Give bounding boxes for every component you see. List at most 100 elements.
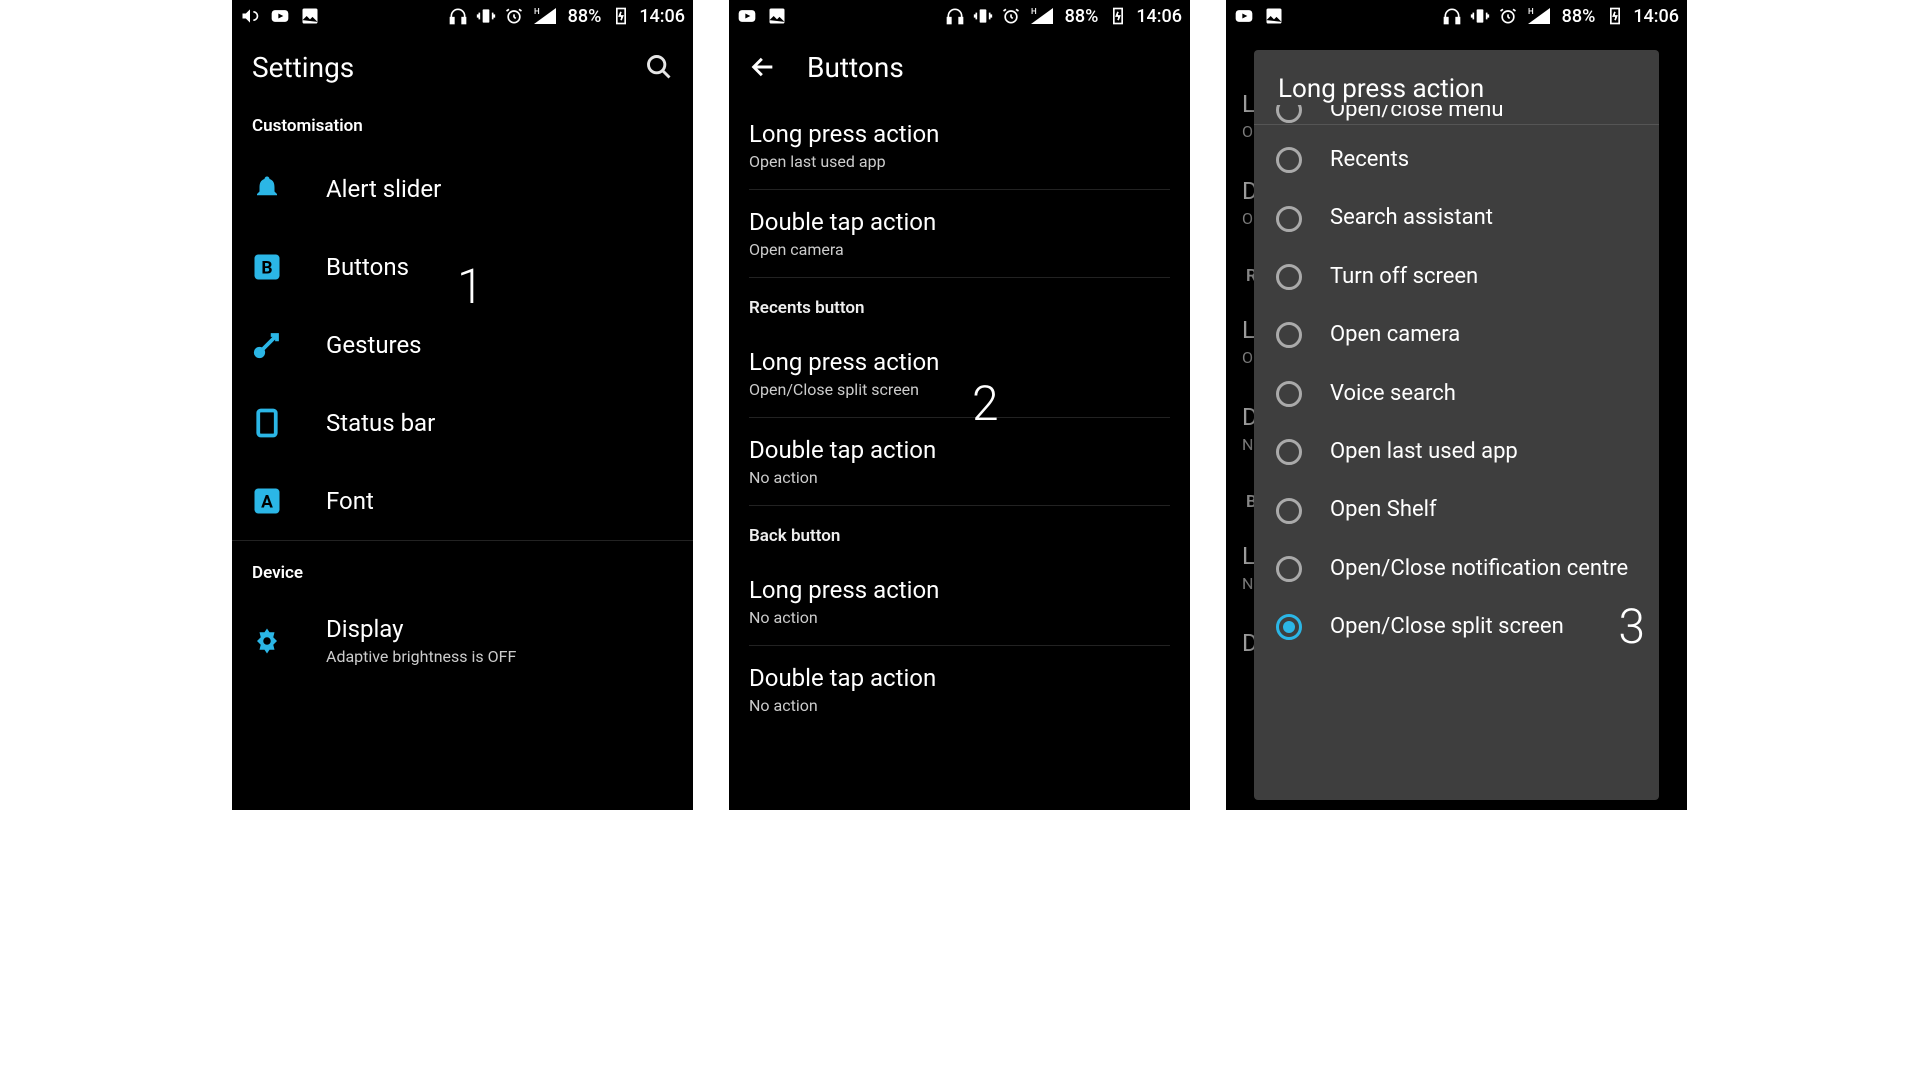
setting-title: Long press action	[749, 120, 939, 148]
radio-icon	[1276, 381, 1302, 407]
bg-text: N	[1242, 574, 1255, 593]
setting-row-long-press[interactable]: Long press action No action	[729, 558, 1190, 645]
radio-icon	[1276, 206, 1302, 232]
image-icon	[767, 6, 787, 26]
setting-row-double-tap[interactable]: Double tap action No action	[729, 646, 1190, 733]
app-header: Buttons	[729, 32, 1190, 102]
rectangle-icon	[252, 408, 282, 438]
alarm-icon	[1001, 6, 1021, 26]
step-marker-3: 3	[1618, 598, 1645, 655]
settings-item-label: Alert slider	[326, 175, 441, 203]
page-title: Settings	[252, 51, 354, 84]
battery-percent: 88%	[568, 6, 602, 27]
radio-option[interactable]: Open Shelf	[1254, 481, 1659, 539]
clock-text: 14:06	[1136, 6, 1182, 27]
radio-label: Open/close menu	[1330, 105, 1504, 123]
headphones-icon	[945, 6, 965, 26]
youtube-icon	[270, 6, 290, 26]
settings-item-font[interactable]: A Font	[232, 462, 693, 540]
radio-option[interactable]: Open/Close split screen	[1254, 598, 1659, 656]
signal-icon: H	[1526, 6, 1552, 26]
clock-text: 14:06	[639, 6, 685, 27]
search-icon[interactable]	[645, 53, 673, 81]
radio-option[interactable]: Turn off screen	[1254, 248, 1659, 306]
svg-text:A: A	[261, 492, 273, 512]
status-bar: H 88% 14:06	[1226, 0, 1687, 32]
bg-text: O	[1242, 348, 1255, 367]
svg-text:H: H	[1031, 7, 1037, 16]
three-phone-layout: H 88% 14:06 Settings Customisation Alert…	[232, 0, 1688, 810]
section-header-recents: Recents button	[729, 278, 1190, 330]
radio-label: Turn off screen	[1330, 264, 1478, 290]
setting-value: No action	[749, 696, 936, 715]
radio-option[interactable]: Open last used app	[1254, 423, 1659, 481]
settings-item-display[interactable]: Display Adaptive brightness is OFF	[232, 597, 693, 690]
radio-label: Open last used app	[1330, 439, 1518, 465]
settings-list: Customisation Alert slider B Buttons 1 G…	[232, 102, 693, 690]
alarm-icon	[1498, 6, 1518, 26]
radio-option[interactable]: Open camera	[1254, 306, 1659, 364]
signal-icon: H	[532, 6, 558, 26]
radio-icon	[1276, 439, 1302, 465]
app-header: Settings	[232, 32, 693, 102]
signal-icon: H	[1029, 6, 1055, 26]
radio-icon	[1276, 147, 1302, 173]
svg-text:H: H	[1528, 7, 1534, 16]
battery-charging-icon	[611, 6, 631, 26]
setting-row-double-tap[interactable]: Double tap action Open camera	[729, 190, 1190, 277]
buttons-list: Long press action Open last used app Dou…	[729, 102, 1190, 733]
radio-icon	[1276, 105, 1302, 123]
radio-label: Open camera	[1330, 322, 1460, 348]
radio-option[interactable]: Open/Close notification centre	[1254, 540, 1659, 598]
settings-item-gestures[interactable]: Gestures	[232, 306, 693, 384]
section-header-device: Device	[232, 541, 693, 597]
radio-label: Recents	[1330, 147, 1409, 173]
settings-item-alert-slider[interactable]: Alert slider	[232, 150, 693, 228]
radio-option-peek[interactable]: Open/close menu	[1254, 105, 1659, 131]
battery-charging-icon	[1605, 6, 1625, 26]
settings-item-label: Gestures	[326, 331, 422, 359]
radio-label: Open Shelf	[1330, 497, 1437, 523]
radio-icon	[1276, 322, 1302, 348]
radio-option[interactable]: Search assistant	[1254, 189, 1659, 247]
volume-icon	[240, 6, 260, 26]
bg-text: L	[1242, 542, 1255, 570]
status-bar: H 88% 14:06	[729, 0, 1190, 32]
setting-value: No action	[749, 468, 936, 487]
setting-title: Long press action	[749, 348, 939, 376]
swipe-icon	[252, 330, 282, 360]
battery-charging-icon	[1108, 6, 1128, 26]
setting-row-long-press[interactable]: Long press action Open/Close split scree…	[729, 330, 1190, 417]
phone-screen-3: H 88% 14:06 LO DO R LO DN B LN D Long pr…	[1226, 0, 1687, 810]
setting-title: Long press action	[749, 576, 939, 604]
vibrate-icon	[1470, 6, 1490, 26]
setting-row-long-press[interactable]: Long press action Open last used app	[729, 102, 1190, 189]
radio-icon	[1276, 498, 1302, 524]
setting-title: Double tap action	[749, 208, 936, 236]
setting-row-double-tap[interactable]: Double tap action No action	[729, 418, 1190, 505]
battery-percent: 88%	[1562, 6, 1596, 27]
settings-item-label: Display	[326, 615, 516, 643]
dialog-options-list: Open/close menu RecentsSearch assistantT…	[1254, 125, 1659, 663]
alarm-icon	[504, 6, 524, 26]
settings-item-status-bar[interactable]: Status bar	[232, 384, 693, 462]
section-header-customisation: Customisation	[232, 102, 693, 150]
brightness-icon	[252, 626, 282, 656]
headphones-icon	[1442, 6, 1462, 26]
back-icon[interactable]	[749, 53, 777, 81]
phone-screen-2: H 88% 14:06 Buttons Long press action Op…	[729, 0, 1190, 810]
long-press-action-dialog: Long press action Open/close menu Recent…	[1254, 50, 1659, 800]
radio-label: Voice search	[1330, 381, 1456, 407]
radio-option[interactable]: Recents	[1254, 131, 1659, 189]
vibrate-icon	[476, 6, 496, 26]
radio-option[interactable]: Voice search	[1254, 365, 1659, 423]
bg-text: L	[1242, 316, 1255, 344]
radio-label: Open/Close split screen	[1330, 614, 1564, 640]
svg-text:H: H	[534, 7, 540, 16]
radio-icon	[1276, 614, 1302, 640]
bg-text: O	[1242, 122, 1255, 141]
page-title: Buttons	[807, 51, 904, 84]
radio-label: Search assistant	[1330, 205, 1493, 231]
vibrate-icon	[973, 6, 993, 26]
battery-percent: 88%	[1065, 6, 1099, 27]
